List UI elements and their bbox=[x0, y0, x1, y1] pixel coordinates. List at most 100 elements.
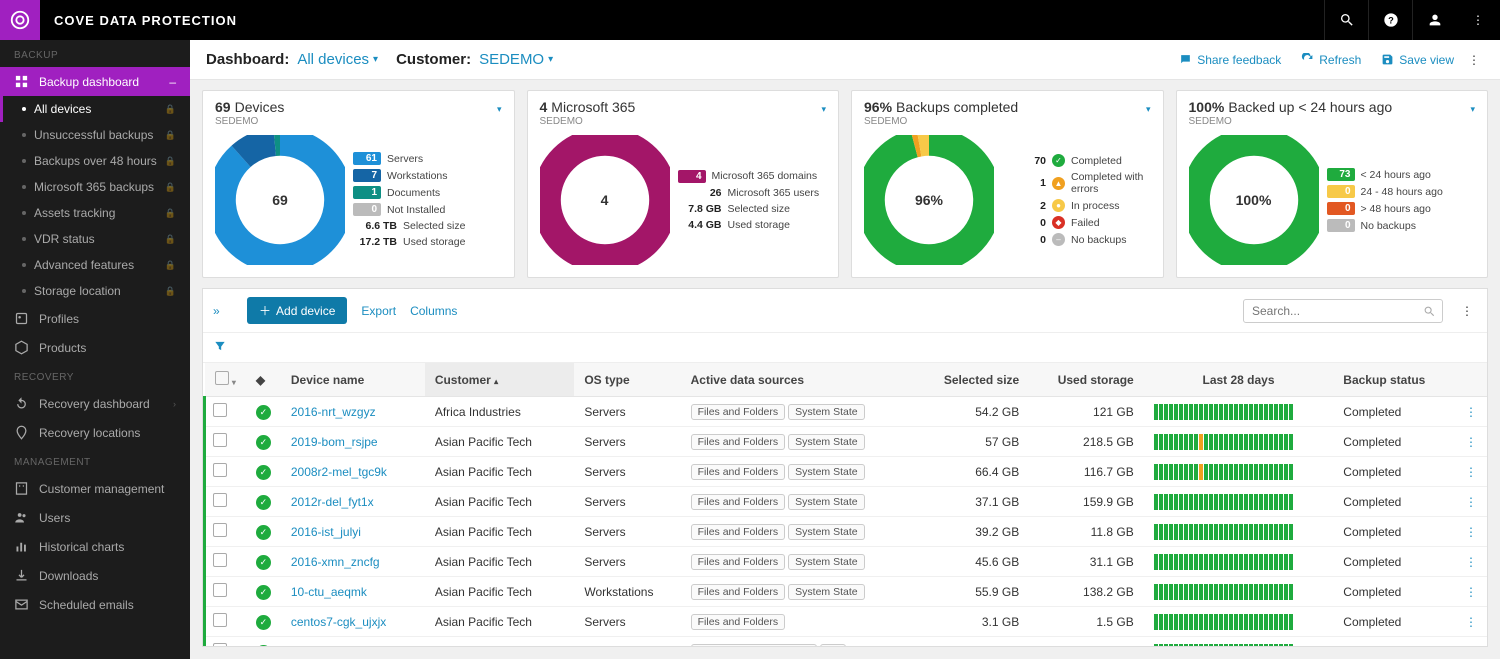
table-row[interactable]: ✓2019-bom_rsjpeAsian Pacific TechServers… bbox=[205, 427, 1488, 457]
sidebar-subitem[interactable]: Storage location🔒 bbox=[0, 278, 190, 304]
sidebar-subitem[interactable]: Microsoft 365 backups🔒 bbox=[0, 174, 190, 200]
device-link[interactable]: 2016-xmn_zncfg bbox=[291, 555, 380, 569]
sidebar-subitem[interactable]: Assets tracking🔒 bbox=[0, 200, 190, 226]
user-icon[interactable] bbox=[1412, 0, 1456, 40]
col-customer[interactable]: Customer ▴ bbox=[425, 363, 575, 397]
expand-icon[interactable]: » bbox=[213, 304, 233, 318]
source-pill[interactable]: Files and Folders bbox=[691, 614, 786, 630]
source-pill[interactable]: System State bbox=[788, 584, 864, 600]
sidebar-customer-mgmt[interactable]: Customer management bbox=[0, 474, 190, 503]
topbar-more-icon[interactable]: ⋮ bbox=[1456, 0, 1500, 40]
device-link[interactable]: 2008r2-mel_tgc9k bbox=[291, 465, 387, 479]
chevron-down-icon[interactable]: ▾ bbox=[548, 54, 571, 65]
share-feedback-link[interactable]: Share feedback bbox=[1169, 53, 1291, 67]
widget-menu-icon[interactable]: ▾ bbox=[821, 104, 826, 115]
toolbar-more-icon[interactable]: ⋮ bbox=[1457, 304, 1477, 318]
source-pill[interactable]: Files and Folders bbox=[691, 464, 786, 480]
source-pill[interactable]: Files and Folders bbox=[691, 404, 786, 420]
export-link[interactable]: Export bbox=[361, 304, 396, 318]
refresh-link[interactable]: Refresh bbox=[1291, 53, 1371, 67]
add-device-button[interactable]: ＋Add device bbox=[247, 297, 347, 324]
source-pill[interactable]: Files and Folders bbox=[691, 434, 786, 450]
device-link[interactable]: 2016-ist_julyi bbox=[291, 525, 361, 539]
source-pill[interactable]: Microsoft 365 Exchange bbox=[691, 644, 818, 647]
row-checkbox[interactable] bbox=[213, 403, 227, 417]
source-pill[interactable]: Files and Folders bbox=[691, 554, 786, 570]
sidebar-subitem[interactable]: Backups over 48 hours🔒 bbox=[0, 148, 190, 174]
chevron-down-icon[interactable]: ▾ bbox=[232, 378, 236, 387]
row-checkbox[interactable] bbox=[213, 493, 227, 507]
col-sources[interactable]: Active data sources bbox=[681, 363, 916, 397]
search-icon[interactable] bbox=[1324, 0, 1368, 40]
device-link[interactable]: 2016-nrt_wzgyz bbox=[291, 405, 376, 419]
help-icon[interactable]: ? bbox=[1368, 0, 1412, 40]
source-pill[interactable]: System State bbox=[788, 464, 864, 480]
row-more-icon[interactable]: ⋮ bbox=[1455, 427, 1487, 457]
sidebar-historical[interactable]: Historical charts bbox=[0, 532, 190, 561]
header-more-icon[interactable]: ⋮ bbox=[1464, 53, 1484, 67]
col-selected[interactable]: Selected size bbox=[916, 363, 1030, 397]
row-more-icon[interactable]: ⋮ bbox=[1455, 547, 1487, 577]
sidebar-scheduled[interactable]: Scheduled emails bbox=[0, 590, 190, 619]
save-view-link[interactable]: Save view bbox=[1371, 53, 1464, 67]
table-row[interactable]: ✓2016-nrt_wzgyzAfrica IndustriesServersF… bbox=[205, 397, 1488, 427]
table-row[interactable]: ✓centos7-cgk_ujxjxAsian Pacific TechServ… bbox=[205, 607, 1488, 637]
source-pill[interactable]: System State bbox=[788, 524, 864, 540]
table-row[interactable]: ✓eu-engineers.comEuropean Softwar...Unde… bbox=[205, 637, 1488, 647]
source-pill[interactable]: Files and Folders bbox=[691, 524, 786, 540]
row-checkbox[interactable] bbox=[213, 433, 227, 447]
select-all-checkbox[interactable] bbox=[215, 371, 229, 385]
widget-menu-icon[interactable]: ▾ bbox=[497, 104, 502, 115]
sidebar-subitem[interactable]: All devices🔒 bbox=[0, 96, 190, 122]
sidebar-subitem[interactable]: Advanced features🔒 bbox=[0, 252, 190, 278]
row-checkbox[interactable] bbox=[213, 553, 227, 567]
status-col-icon[interactable]: ◆ bbox=[246, 363, 281, 397]
sidebar-backup-dashboard[interactable]: Backup dashboard – bbox=[0, 67, 190, 96]
row-checkbox[interactable] bbox=[213, 643, 227, 646]
customer-selector[interactable]: SEDEMO bbox=[471, 51, 548, 68]
device-link[interactable]: eu-engineers.com bbox=[291, 645, 387, 647]
sidebar-subitem[interactable]: VDR status🔒 bbox=[0, 226, 190, 252]
sidebar-users[interactable]: Users bbox=[0, 503, 190, 532]
row-more-icon[interactable]: ⋮ bbox=[1455, 517, 1487, 547]
col-used[interactable]: Used storage bbox=[1029, 363, 1144, 397]
table-row[interactable]: ✓2016-ist_julyiAsian Pacific TechServers… bbox=[205, 517, 1488, 547]
source-pill[interactable]: System State bbox=[788, 404, 864, 420]
row-more-icon[interactable]: ⋮ bbox=[1455, 577, 1487, 607]
app-logo[interactable] bbox=[0, 0, 40, 40]
source-pill[interactable]: +2 bbox=[820, 644, 846, 647]
row-more-icon[interactable]: ⋮ bbox=[1455, 487, 1487, 517]
source-pill[interactable]: System State bbox=[788, 494, 864, 510]
row-checkbox[interactable] bbox=[213, 523, 227, 537]
source-pill[interactable]: System State bbox=[788, 554, 864, 570]
row-more-icon[interactable]: ⋮ bbox=[1455, 397, 1487, 427]
col-device[interactable]: Device name bbox=[281, 363, 425, 397]
row-more-icon[interactable]: ⋮ bbox=[1455, 637, 1487, 647]
col-last28[interactable]: Last 28 days bbox=[1144, 363, 1334, 397]
sidebar-recovery-dashboard[interactable]: Recovery dashboard› bbox=[0, 389, 190, 418]
widget-menu-icon[interactable]: ▾ bbox=[1470, 104, 1475, 115]
sidebar-profiles[interactable]: Profiles bbox=[0, 304, 190, 333]
sidebar-products[interactable]: Products bbox=[0, 333, 190, 362]
columns-link[interactable]: Columns bbox=[410, 304, 457, 318]
sidebar-recovery-locations[interactable]: Recovery locations bbox=[0, 418, 190, 447]
table-row[interactable]: ✓2016-xmn_zncfgAsian Pacific TechServers… bbox=[205, 547, 1488, 577]
row-checkbox[interactable] bbox=[213, 583, 227, 597]
table-row[interactable]: ✓10-ctu_aeqmkAsian Pacific TechWorkstati… bbox=[205, 577, 1488, 607]
row-more-icon[interactable]: ⋮ bbox=[1455, 457, 1487, 487]
device-link[interactable]: 2019-bom_rsjpe bbox=[291, 435, 378, 449]
col-os[interactable]: OS type bbox=[574, 363, 680, 397]
source-pill[interactable]: System State bbox=[788, 434, 864, 450]
search-input[interactable] bbox=[1243, 299, 1443, 323]
row-checkbox[interactable] bbox=[213, 463, 227, 477]
dashboard-selector[interactable]: All devices bbox=[289, 51, 373, 68]
row-more-icon[interactable]: ⋮ bbox=[1455, 607, 1487, 637]
filter-toggle[interactable] bbox=[203, 333, 1487, 363]
source-pill[interactable]: Files and Folders bbox=[691, 584, 786, 600]
widget-menu-icon[interactable]: ▾ bbox=[1146, 104, 1151, 115]
device-link[interactable]: 10-ctu_aeqmk bbox=[291, 585, 367, 599]
sidebar-downloads[interactable]: Downloads bbox=[0, 561, 190, 590]
row-checkbox[interactable] bbox=[213, 613, 227, 627]
device-link[interactable]: 2012r-del_fyt1x bbox=[291, 495, 374, 509]
source-pill[interactable]: Files and Folders bbox=[691, 494, 786, 510]
